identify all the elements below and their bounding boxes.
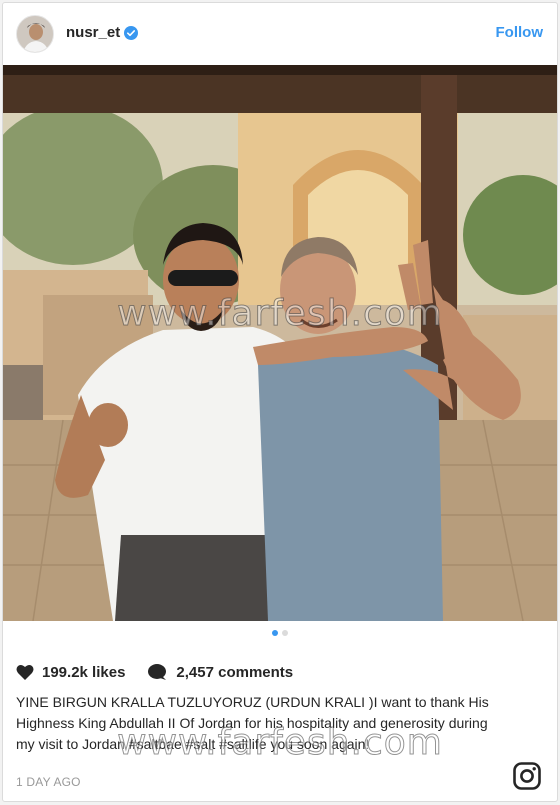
avatar[interactable] [16, 15, 54, 53]
comments-count[interactable]: 2,457 comments [176, 664, 293, 681]
likes-count[interactable]: 199.2k likes [42, 664, 125, 681]
username[interactable]: nusr_et [66, 24, 120, 41]
instagram-post-card: nusr_et Follow www.farfesh.com 199.2k li… [2, 2, 558, 802]
follow-button[interactable]: Follow [496, 24, 544, 41]
instagram-logo-icon[interactable] [513, 762, 541, 790]
carousel-dot-active[interactable] [272, 630, 278, 636]
comment-bubble-icon[interactable] [147, 663, 167, 681]
carousel-dot[interactable] [282, 630, 288, 636]
verified-badge-icon [124, 26, 138, 40]
post-header: nusr_et Follow [3, 3, 557, 65]
carousel-indicator [3, 630, 557, 636]
engagement-stats: 199.2k likes 2,457 comments [16, 663, 293, 681]
post-timestamp[interactable]: 1 DAY AGO [16, 775, 81, 789]
post-caption: YINE BIRGUN KRALLA TUZLUYORUZ (URDUN KRA… [16, 694, 489, 752]
heart-icon[interactable] [16, 664, 34, 681]
post-photo[interactable] [3, 65, 557, 621]
